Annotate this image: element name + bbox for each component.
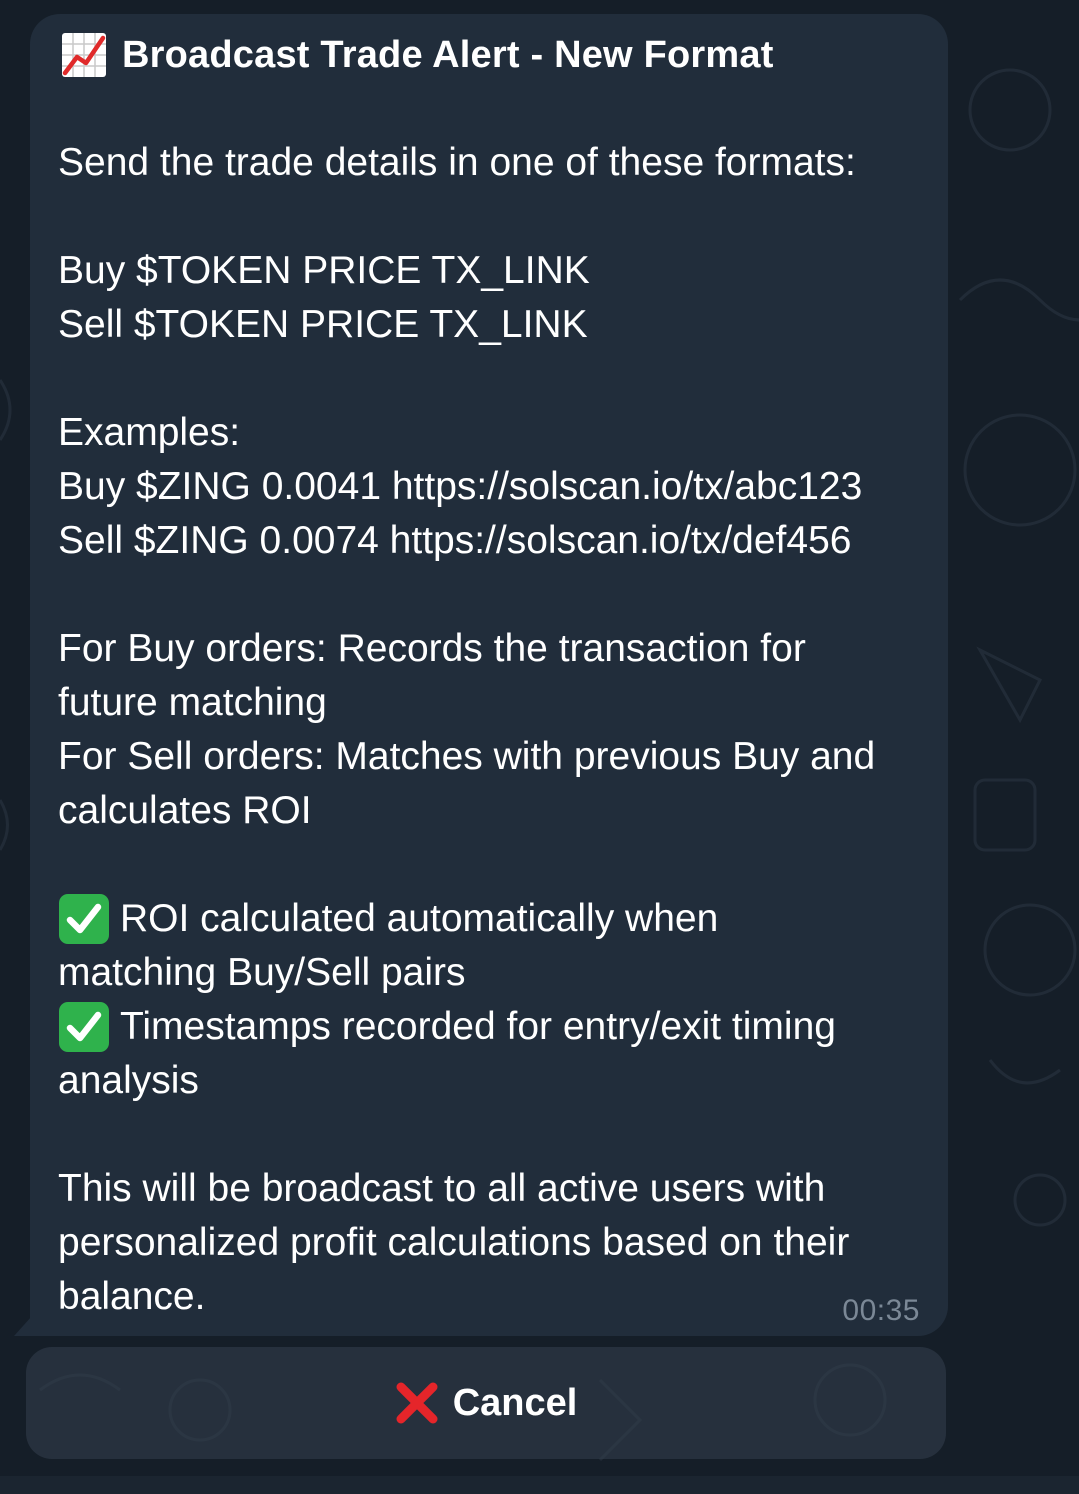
message-text-line: analysis <box>58 1059 199 1102</box>
message-text-line: Buy $ZING 0.0041 https://solscan.io/tx/a… <box>58 465 863 508</box>
message-text-line: Sell $ZING 0.0074 https://solscan.io/tx/… <box>58 519 852 562</box>
message-text-line: Examples: <box>58 411 241 454</box>
message-text-line: For Sell orders: Matches with previous B… <box>58 735 876 778</box>
bottom-bar <box>0 1476 1079 1494</box>
check-mark-button-icon <box>59 1002 109 1052</box>
message-title-row: Broadcast Trade Alert - New Format <box>60 32 774 78</box>
message-text-line: Send the trade details in one of these f… <box>58 141 856 184</box>
message-text-line: matching Buy/Sell pairs <box>58 951 466 994</box>
message-title: Broadcast Trade Alert - New Format <box>122 33 774 76</box>
message-text-line: This will be broadcast to all active use… <box>58 1167 826 1210</box>
message-text-line: Buy $TOKEN PRICE TX_LINK <box>58 249 590 292</box>
message-text-line: For Buy orders: Records the transaction … <box>58 627 806 670</box>
message-text-line: balance. <box>58 1275 206 1318</box>
message-check-line: Timestamps recorded for entry/exit timin… <box>58 1000 836 1054</box>
check-mark-button-icon <box>59 894 109 944</box>
message-timestamp: 00:35 <box>842 1294 920 1327</box>
cross-mark-icon <box>396 1382 438 1424</box>
message-text-line: calculates ROI <box>58 789 312 832</box>
chart-increasing-icon <box>62 33 106 77</box>
message-text: ROI calculated automatically when <box>120 897 719 940</box>
cancel-button-label: Cancel <box>452 1381 578 1424</box>
message-check-line: ROI calculated automatically when <box>58 892 718 946</box>
cancel-button[interactable]: Cancel <box>26 1347 946 1459</box>
message-text: Timestamps recorded for entry/exit timin… <box>120 1005 836 1048</box>
message-bubble: Broadcast Trade Alert - New Format Send … <box>30 14 948 1336</box>
message-text-line: Sell $TOKEN PRICE TX_LINK <box>58 303 588 346</box>
message-text-line: personalized profit calculations based o… <box>58 1221 850 1264</box>
message-text-line: future matching <box>58 681 327 724</box>
message-bubble-tail <box>14 1316 32 1336</box>
